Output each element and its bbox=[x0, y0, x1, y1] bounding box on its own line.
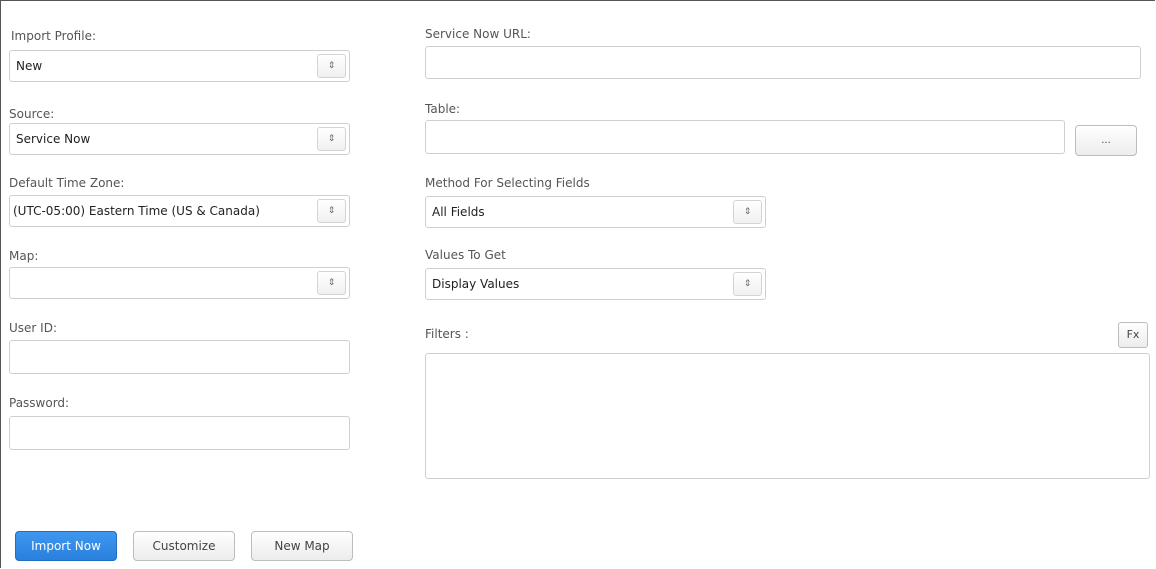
method-select[interactable]: All Fields ⇕ bbox=[425, 196, 766, 228]
table-input[interactable] bbox=[425, 120, 1065, 154]
service-now-url-label: Service Now URL: bbox=[425, 27, 531, 41]
fx-button[interactable]: Fx bbox=[1118, 322, 1148, 348]
user-id-input[interactable] bbox=[9, 340, 350, 374]
time-zone-select[interactable]: (UTC-05:00) Eastern Time (US & Canada) ⇕ bbox=[9, 195, 350, 227]
table-label: Table: bbox=[425, 102, 461, 116]
password-label: Password: bbox=[9, 396, 70, 410]
customize-button[interactable]: Customize bbox=[133, 531, 235, 561]
source-value: Service Now bbox=[16, 132, 91, 146]
table-browse-button[interactable]: ... bbox=[1075, 125, 1137, 156]
password-input[interactable] bbox=[9, 416, 350, 450]
import-now-button[interactable]: Import Now bbox=[15, 531, 117, 561]
new-map-button[interactable]: New Map bbox=[251, 531, 353, 561]
values-to-get-select[interactable]: Display Values ⇕ bbox=[425, 268, 766, 300]
form-frame: Import Profile: New ⇕ Source: Service No… bbox=[0, 0, 1155, 568]
method-value: All Fields bbox=[432, 205, 485, 219]
source-label: Source: bbox=[9, 107, 55, 121]
select-arrow-icon[interactable]: ⇕ bbox=[317, 199, 346, 223]
import-profile-label: Import Profile: bbox=[11, 29, 96, 43]
method-label: Method For Selecting Fields bbox=[425, 176, 590, 190]
values-to-get-label: Values To Get bbox=[425, 248, 506, 262]
values-to-get-value: Display Values bbox=[432, 277, 520, 291]
select-arrow-icon[interactable]: ⇕ bbox=[317, 271, 346, 295]
select-arrow-icon[interactable]: ⇕ bbox=[733, 272, 762, 296]
select-arrow-icon[interactable]: ⇕ bbox=[733, 200, 762, 224]
filters-textarea[interactable] bbox=[425, 353, 1150, 479]
import-profile-value: New bbox=[16, 59, 43, 73]
time-zone-label: Default Time Zone: bbox=[9, 176, 125, 190]
select-arrow-icon[interactable]: ⇕ bbox=[317, 127, 346, 151]
filters-label: Filters : bbox=[425, 327, 469, 341]
service-now-url-input[interactable] bbox=[425, 46, 1141, 79]
map-label: Map: bbox=[9, 249, 39, 263]
source-select[interactable]: Service Now ⇕ bbox=[9, 123, 350, 155]
user-id-label: User ID: bbox=[9, 321, 57, 335]
map-select[interactable]: ⇕ bbox=[9, 267, 350, 299]
import-profile-select[interactable]: New ⇕ bbox=[9, 50, 350, 82]
select-arrow-icon[interactable]: ⇕ bbox=[317, 54, 346, 78]
time-zone-value: (UTC-05:00) Eastern Time (US & Canada) bbox=[13, 204, 260, 218]
